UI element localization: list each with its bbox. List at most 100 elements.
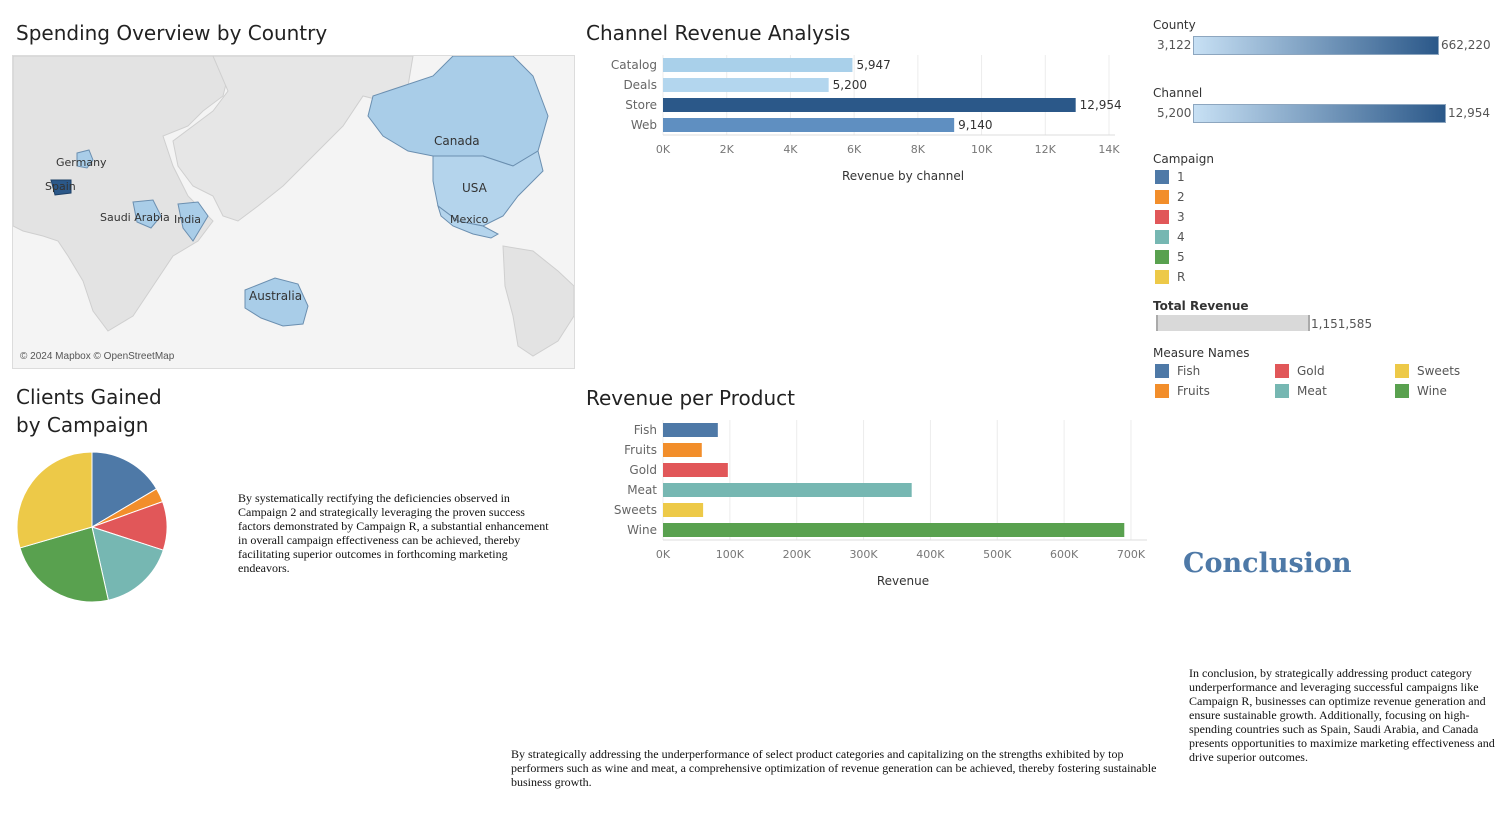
measure-legend-title: Measure Names: [1153, 346, 1250, 360]
category-label: Sweets: [614, 503, 657, 517]
county-legend-title: County: [1153, 18, 1196, 32]
world-map[interactable]: Germany Spain Saudi Arabia India Canada …: [12, 55, 575, 369]
channel-legend-max: 12,954: [1448, 106, 1490, 120]
bar-store[interactable]: [663, 98, 1076, 112]
bar-catalog[interactable]: [663, 58, 853, 72]
tick-label: 300K: [849, 548, 878, 561]
label-mexico: Mexico: [450, 213, 489, 226]
measure-legend-item-meat[interactable]: Meat: [1275, 381, 1395, 401]
legend-swatch: [1155, 364, 1169, 378]
campaign-legend-item-2[interactable]: 2: [1155, 187, 1185, 207]
channel-title: Channel Revenue Analysis: [586, 21, 851, 45]
tick-label: 14K: [1098, 143, 1120, 156]
pie-title-line2: by Campaign: [16, 413, 149, 437]
measure-legend-item-gold[interactable]: Gold: [1275, 361, 1395, 381]
total-revenue-value: 1,151,585: [1311, 317, 1373, 331]
campaign-legend-item-r[interactable]: R: [1155, 267, 1185, 287]
tick-label: 4K: [783, 143, 798, 156]
legend-swatch: [1155, 210, 1169, 224]
total-revenue-title: Total Revenue: [1153, 299, 1249, 313]
legend-label: 5: [1177, 250, 1185, 264]
campaign-legend-item-3[interactable]: 3: [1155, 207, 1185, 227]
campaign-legend: 1 2 3 4 5 R: [1155, 167, 1185, 287]
legend-swatch: [1155, 250, 1169, 264]
bar-fish[interactable]: [663, 423, 718, 437]
legend-swatch: [1155, 230, 1169, 244]
category-label: Catalog: [611, 58, 657, 72]
bar-sweets[interactable]: [663, 503, 704, 517]
bar-meat[interactable]: [663, 483, 912, 497]
legend-label: Fruits: [1177, 384, 1210, 398]
campaign-legend-item-1[interactable]: 1: [1155, 167, 1185, 187]
pie-title-line1: Clients Gained: [16, 385, 162, 409]
bottom-note: By strategically addressing the underper…: [511, 747, 1157, 789]
category-label: Wine: [627, 523, 657, 537]
tick-label: 8K: [911, 143, 926, 156]
tick-label: 200K: [783, 548, 812, 561]
category-label: Deals: [623, 78, 657, 92]
conclusion-heading: Conclusion: [1183, 548, 1352, 579]
bar-gold[interactable]: [663, 463, 728, 477]
product-xlabel: Revenue: [876, 574, 930, 588]
label-canada: Canada: [434, 134, 480, 148]
value-label: 9,140: [958, 118, 992, 132]
legend-label: Meat: [1297, 384, 1327, 398]
tick-label: 2K: [720, 143, 735, 156]
bar-web[interactable]: [663, 118, 955, 132]
legend-label: Wine: [1417, 384, 1447, 398]
landmass-europe-africa: [13, 56, 229, 332]
product-bar-chart[interactable]: Fish Fruits Gold Meat Sweets Wine 0K 100K 200K 30…: [586, 415, 1151, 575]
county-gradient: [1193, 36, 1439, 55]
label-germany: Germany: [56, 156, 107, 169]
category-label: Meat: [627, 483, 657, 497]
channel-xlabel: Revenue by channel: [841, 169, 965, 183]
legend-swatch: [1155, 190, 1169, 204]
tick-label: 0K: [656, 548, 671, 561]
bar-fruits[interactable]: [663, 443, 702, 457]
tick-label: 10K: [971, 143, 993, 156]
map-attribution: © 2024 Mapbox © OpenStreetMap: [20, 351, 175, 362]
campaign-legend-item-5[interactable]: 5: [1155, 247, 1185, 267]
measure-legend-item-fish[interactable]: Fish: [1155, 361, 1275, 381]
channel-legend-min: 5,200: [1157, 106, 1192, 120]
label-spain: Spain: [45, 180, 76, 193]
legend-label: Sweets: [1417, 364, 1461, 378]
conclusion-text: In conclusion, by strategically addressi…: [1189, 666, 1495, 764]
landmass-south-america: [502, 245, 574, 357]
category-label: Store: [625, 98, 657, 112]
measure-legend: Fish Gold Sweets Fruits Meat Wine: [1155, 361, 1504, 401]
label-australia: Australia: [249, 289, 303, 303]
campaign-legend-title: Campaign: [1153, 152, 1214, 166]
legend-swatch: [1395, 384, 1409, 398]
bar-wine[interactable]: [663, 523, 1125, 537]
legend-swatch: [1155, 384, 1169, 398]
legend-label: 3: [1177, 210, 1185, 224]
category-label: Fish: [634, 423, 657, 437]
legend-label: 2: [1177, 190, 1185, 204]
legend-label: R: [1177, 270, 1186, 284]
campaign-legend-item-4[interactable]: 4: [1155, 227, 1185, 247]
legend-swatch: [1155, 270, 1169, 284]
value-label: 5,947: [856, 58, 890, 72]
tick-label: 12K: [1035, 143, 1057, 156]
legend-label: 4: [1177, 230, 1185, 244]
legend-label: 1: [1177, 170, 1185, 184]
bar-deals[interactable]: [663, 78, 829, 92]
county-legend-max: 662,220: [1441, 38, 1491, 52]
value-label: 12,954: [1080, 98, 1122, 112]
legend-swatch: [1155, 170, 1169, 184]
legend-swatch: [1275, 364, 1289, 378]
category-label: Gold: [629, 463, 657, 477]
channel-gradient: [1193, 104, 1446, 123]
pie-note: By systematically rectifying the deficie…: [238, 491, 549, 575]
measure-legend-item-wine[interactable]: Wine: [1395, 381, 1504, 401]
measure-legend-item-fruits[interactable]: Fruits: [1155, 381, 1275, 401]
campaign-pie-chart[interactable]: [12, 447, 172, 607]
tick-label: 100K: [716, 548, 745, 561]
tick-label: 6K: [847, 143, 862, 156]
product-title: Revenue per Product: [586, 386, 795, 410]
legend-swatch: [1395, 364, 1409, 378]
measure-legend-item-sweets[interactable]: Sweets: [1395, 361, 1504, 381]
label-india: India: [174, 213, 201, 226]
label-saudi-arabia: Saudi Arabia: [100, 211, 170, 224]
